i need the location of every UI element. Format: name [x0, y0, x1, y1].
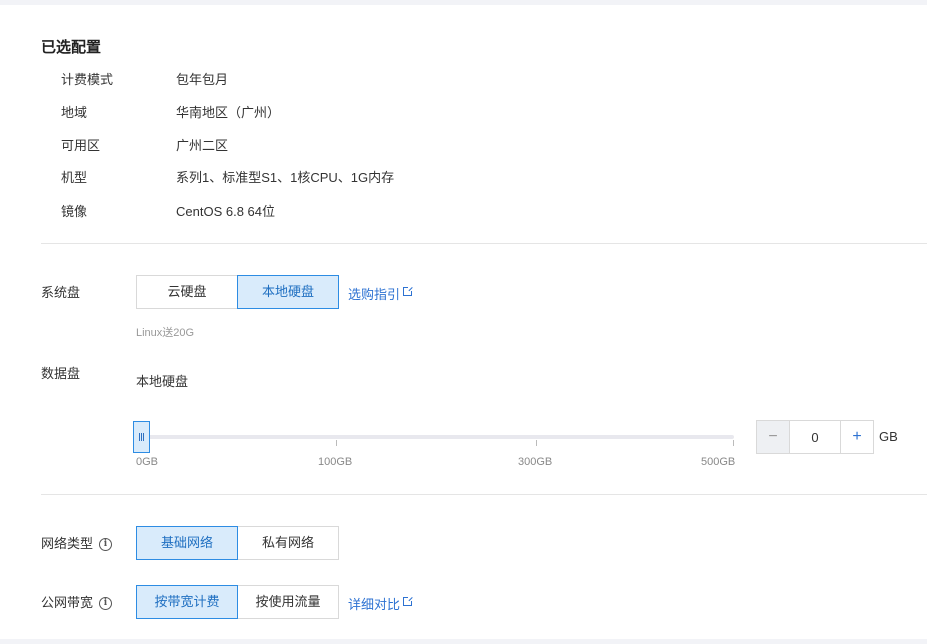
- summary-key: 计费模式: [61, 72, 114, 87]
- network-option-basic[interactable]: 基础网络: [136, 526, 238, 560]
- divider: [41, 243, 927, 244]
- network-option-private[interactable]: 私有网络: [237, 526, 339, 560]
- summary-value: 包年包月: [176, 72, 229, 87]
- summary-value: 系列1、标准型S1、1核CPU、1G内存: [176, 170, 395, 185]
- purchase-guide-link[interactable]: 选购指引: [348, 284, 414, 303]
- network-type-label: 网络类型 i: [41, 534, 113, 554]
- network-type-label-text: 网络类型: [41, 536, 94, 551]
- system-disk-label-text: 系统盘: [41, 285, 81, 300]
- data-disk-stepper: − +: [756, 420, 874, 454]
- slider-tick-label: 300GB: [518, 456, 553, 468]
- summary-key: 镜像: [61, 204, 88, 219]
- external-link-icon: [403, 286, 414, 296]
- summary-value: CentOS 6.8 64位: [176, 204, 275, 219]
- summary-key: 机型: [61, 170, 88, 185]
- summary-key: 地域: [61, 105, 88, 120]
- divider: [41, 494, 927, 495]
- system-disk-options: 云硬盘 本地硬盘: [136, 275, 339, 309]
- system-disk-label: 系统盘: [41, 283, 80, 303]
- increment-button[interactable]: +: [840, 420, 874, 454]
- external-link-icon: [403, 596, 414, 606]
- summary-value: 华南地区（广州）: [176, 105, 281, 120]
- data-disk-label-text: 数据盘: [41, 366, 81, 381]
- slider-tick: [733, 440, 734, 446]
- data-disk-slider-track[interactable]: [136, 435, 734, 439]
- system-disk-hint: Linux送20G: [136, 327, 195, 339]
- slider-tick-label: 100GB: [318, 456, 353, 468]
- selected-config-title: 已选配置: [41, 39, 102, 56]
- info-icon[interactable]: i: [99, 596, 113, 610]
- slider-tick-label: 0GB: [136, 456, 159, 468]
- slider-tick: [336, 440, 337, 446]
- bandwidth-label: 公网带宽 i: [41, 593, 113, 613]
- slider-tick-label: 500GB: [701, 456, 736, 468]
- config-panel: 已选配置 计费模式 包年包月 地域 华南地区（广州） 可用区 广州二区 机型 系…: [0, 5, 927, 639]
- bandwidth-label-text: 公网带宽: [41, 595, 94, 610]
- slider-tick: [536, 440, 537, 446]
- data-disk-type-value: 本地硬盘: [136, 374, 189, 389]
- summary-value: 广州二区: [176, 138, 229, 153]
- data-disk-unit: GB: [879, 429, 898, 444]
- decrement-button[interactable]: −: [756, 420, 790, 454]
- data-disk-size-input[interactable]: [790, 420, 840, 454]
- system-disk-option-local[interactable]: 本地硬盘: [237, 275, 339, 309]
- network-type-options: 基础网络 私有网络: [136, 526, 339, 560]
- data-disk-slider-handle[interactable]: [133, 421, 150, 453]
- bandwidth-option-by-bandwidth[interactable]: 按带宽计费: [136, 585, 238, 619]
- bandwidth-option-by-traffic[interactable]: 按使用流量: [237, 585, 339, 619]
- data-disk-label: 数据盘: [41, 364, 80, 384]
- info-icon[interactable]: i: [99, 537, 113, 551]
- summary-key: 可用区: [61, 138, 101, 153]
- bandwidth-options: 按带宽计费 按使用流量: [136, 585, 339, 619]
- system-disk-option-cloud[interactable]: 云硬盘: [136, 275, 238, 309]
- purchase-guide-link-text: 选购指引: [348, 287, 401, 302]
- detailed-compare-link-text: 详细对比: [348, 597, 401, 612]
- detailed-compare-link[interactable]: 详细对比: [348, 594, 414, 613]
